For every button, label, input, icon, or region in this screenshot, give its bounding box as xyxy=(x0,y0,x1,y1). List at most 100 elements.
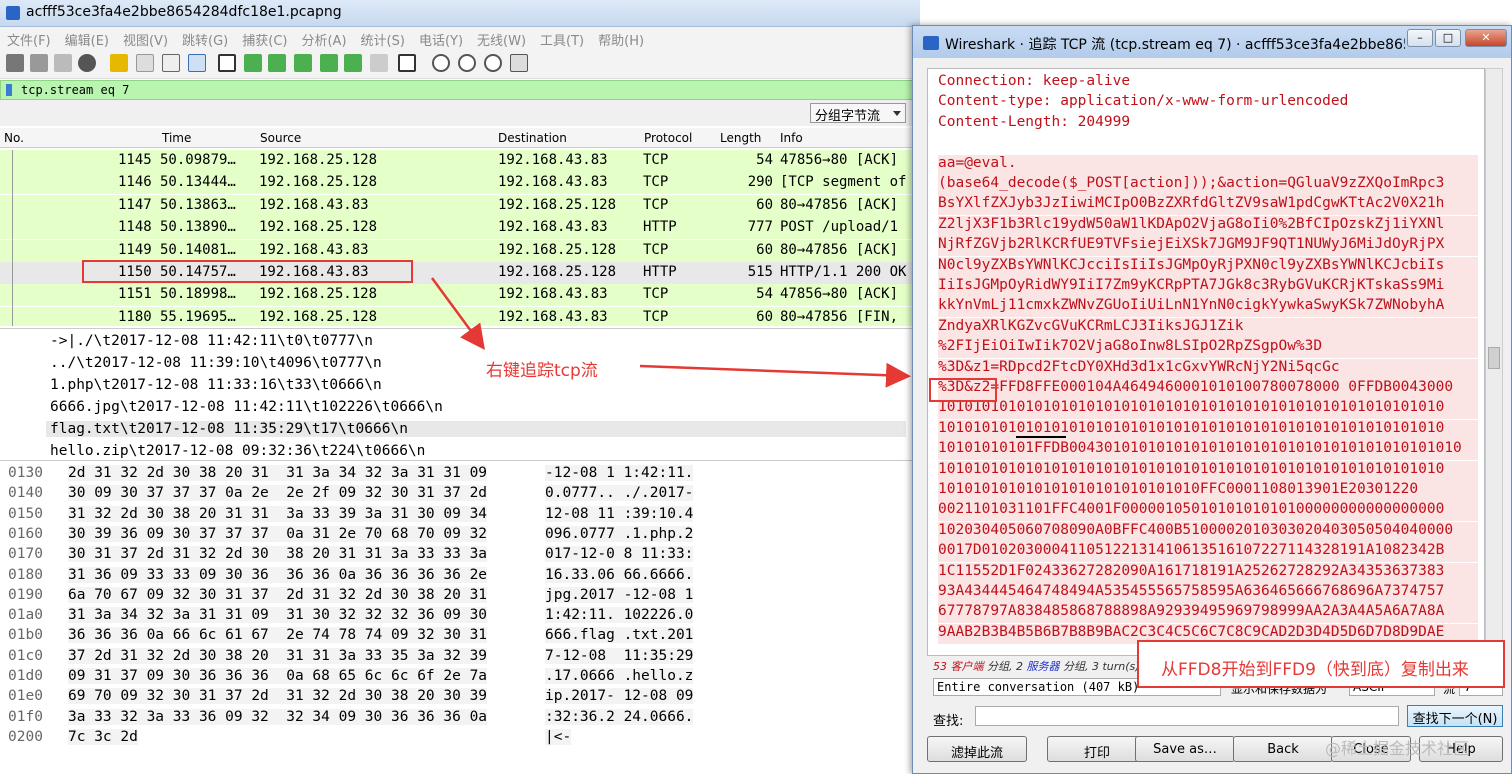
packet-cell-info: 47856→80 [ACK] xyxy=(780,152,899,168)
packet-cell-proto: TCP xyxy=(643,241,669,258)
packet-cell-src: 192.168.43.83 xyxy=(259,196,369,213)
packet-row[interactable]: 1146 50.13444… 192.168.25.128 192.168.43.83… xyxy=(0,172,912,195)
menu-analyze[interactable]: 分析(A) xyxy=(294,27,353,49)
menu-telephony[interactable]: 电话(Y) xyxy=(412,27,470,49)
print-button[interactable]: 打印 xyxy=(1047,736,1147,762)
col-time[interactable]: Time xyxy=(162,131,191,145)
capture-options-icon[interactable] xyxy=(78,54,96,72)
resize-columns-icon[interactable] xyxy=(510,54,528,72)
packet-cell-proto: TCP xyxy=(643,286,669,303)
maximize-button[interactable]: □ xyxy=(1435,29,1461,47)
col-protocol[interactable]: Protocol xyxy=(644,131,692,145)
menu-file[interactable]: 文件(F) xyxy=(0,27,58,49)
text-line-selected: flag.txt\t2017-12-08 11:35:29\t17\t0666\… xyxy=(46,421,906,437)
menu-tools[interactable]: 工具(T) xyxy=(533,27,591,49)
scrollbar-thumb[interactable] xyxy=(1488,347,1500,369)
menu-view[interactable]: 视图(V) xyxy=(116,27,175,49)
packet-row[interactable]: 1147 50.13863… 192.168.43.83 192.168.25.128… xyxy=(0,194,912,217)
find-input[interactable] xyxy=(975,706,1399,726)
start-capture-icon[interactable] xyxy=(6,54,24,72)
find-next-button[interactable]: 查找下一个(N) xyxy=(1407,705,1503,727)
stream-content[interactable]: Connection: keep-alive Content-type: appl… xyxy=(927,68,1485,656)
go-forward-icon[interactable] xyxy=(268,54,286,72)
packet-cell-dst: 192.168.25.128 xyxy=(498,196,617,213)
find-packet-icon[interactable] xyxy=(218,54,236,72)
menu-wireless[interactable]: 无线(W) xyxy=(470,27,533,49)
save-as-button[interactable]: Save as… xyxy=(1135,736,1235,762)
packet-bytes-text-pane: ->|./\t2017-12-08 11:42:11\t0\t0777\n ..… xyxy=(0,328,912,458)
packet-cell-proto: TCP xyxy=(643,174,669,191)
text-line: ->|./\t2017-12-08 11:42:11\t0\t0777\n xyxy=(50,333,374,349)
byte-view-combo[interactable]: 分组字节流 xyxy=(810,103,906,124)
menu-edit[interactable]: 编辑(E) xyxy=(58,27,116,49)
packet-cell-no: 1145 xyxy=(118,152,152,168)
packet-cell-proto: TCP xyxy=(643,196,669,213)
last-packet-icon[interactable] xyxy=(344,54,362,72)
menu-help[interactable]: 帮助(H) xyxy=(591,27,651,49)
conversation-tree-line xyxy=(12,150,13,326)
packet-row[interactable]: 1151 50.18998… 192.168.25.128 192.168.43.83… xyxy=(0,284,912,307)
packet-cell-info: HTTP/1.1 200 OK xyxy=(780,264,907,280)
autoscroll-icon[interactable] xyxy=(370,54,388,72)
hex-offset: 0180 xyxy=(8,566,43,583)
hex-ascii-bytes: -12-08 1 1:42:11. xyxy=(545,465,694,481)
col-info[interactable]: Info xyxy=(780,131,803,145)
packet-cell-dst: 192.168.43.83 xyxy=(498,286,608,303)
menu-capture[interactable]: 捕获(C) xyxy=(235,27,294,49)
packet-row[interactable]: 1145 50.09879… 192.168.25.128 192.168.43.83… xyxy=(0,150,912,172)
packet-cell-src: 192.168.25.128 xyxy=(259,286,378,303)
col-destination[interactable]: Destination xyxy=(498,131,567,145)
close-window-button[interactable]: ✕ xyxy=(1465,29,1507,47)
col-no[interactable]: No. xyxy=(4,131,24,145)
stream-line: Connection: keep-alive xyxy=(938,73,1131,89)
stream-scrollbar[interactable] xyxy=(1485,68,1503,656)
close-file-icon[interactable] xyxy=(162,54,180,72)
hex-ascii-bytes: .17.0666 .hello.z xyxy=(545,668,694,684)
col-source[interactable]: Source xyxy=(260,131,301,145)
bookmark-icon[interactable] xyxy=(6,84,12,96)
go-back-icon[interactable] xyxy=(244,54,262,72)
hex-hex-bytes: 30 09 30 37 37 37 0a 2e 2e 2f 09 32 30 3… xyxy=(68,485,488,502)
open-file-icon[interactable] xyxy=(110,54,128,72)
packet-cell-no: 1148 xyxy=(118,219,152,236)
reload-icon[interactable] xyxy=(188,54,206,72)
colorize-icon[interactable] xyxy=(398,54,416,72)
text-line: 6666.jpg\t2017-12-08 11:42:11\t102226\t0… xyxy=(50,399,443,415)
packet-cell-no: 1149 xyxy=(118,241,152,258)
zoom-normal-icon[interactable] xyxy=(484,54,502,72)
display-filter-bar[interactable]: tcp.stream eq 7 xyxy=(0,80,920,100)
highlight-box-z2 xyxy=(929,378,997,402)
go-to-packet-icon[interactable] xyxy=(294,54,312,72)
save-file-icon[interactable] xyxy=(136,54,154,72)
zoom-in-icon[interactable] xyxy=(432,54,450,72)
zoom-out-icon[interactable] xyxy=(458,54,476,72)
hex-offset: 0170 xyxy=(8,546,43,563)
packet-cell-time: 50.09879… xyxy=(160,152,236,168)
packet-cell-src: 192.168.25.128 xyxy=(259,152,378,168)
menu-statistics[interactable]: 统计(S) xyxy=(354,27,412,49)
filter-out-stream-button[interactable]: 滤掉此流 xyxy=(927,736,1027,762)
hex-hex-bytes: 31 32 2d 30 38 20 31 31 3a 33 39 3a 31 3… xyxy=(68,505,488,522)
hex-ascii-bytes: 1:42:11. 102226.0 xyxy=(545,607,694,624)
hex-hex-bytes: 31 36 09 33 33 09 30 36 36 36 0a 36 36 3… xyxy=(68,566,488,583)
stream-line: %3D&z1=RDpcd2FtcDY0XHd3d1x1cGxvYWRcNjY2N… xyxy=(938,358,1478,379)
wireshark-fin-icon xyxy=(6,6,20,20)
first-packet-icon[interactable] xyxy=(320,54,338,72)
packet-row[interactable]: 1149 50.14081… 192.168.43.83 192.168.25.128… xyxy=(0,239,912,262)
back-button[interactable]: Back xyxy=(1233,736,1333,762)
packet-row[interactable]: 1148 50.13890… 192.168.25.128 192.168.43.83… xyxy=(0,217,912,240)
hex-ascii-bytes: |<- xyxy=(545,728,572,745)
packet-cell-len: 54 xyxy=(756,152,773,168)
packet-row[interactable]: 1180 55.19695… 192.168.25.128 192.168.43.83… xyxy=(0,306,912,326)
minimize-button[interactable]: – xyxy=(1407,29,1433,47)
menu-go[interactable]: 跳转(G) xyxy=(175,27,235,49)
display-filter-input[interactable]: tcp.stream eq 7 xyxy=(21,83,129,97)
follow-tcp-stream-dialog: Wireshark · 追踪 TCP 流 (tcp.stream eq 7) ·… xyxy=(912,25,1512,774)
restart-capture-icon[interactable] xyxy=(54,54,72,72)
stop-capture-icon[interactable] xyxy=(30,54,48,72)
hex-dump-pane: 0130 2d 31 32 2d 30 38 20 31 31 3a 34 32 … xyxy=(0,460,912,774)
status-tail: 分组, 3 turn(s). xyxy=(1063,660,1144,673)
stream-line: %2FIjEiOiIwIik7O2VjaG8oInw8LSIpO2RpZSgpO… xyxy=(938,338,1478,359)
col-length[interactable]: Length xyxy=(720,131,761,145)
stream-line: ZndyaXRlKGZvcGVuKCRmLCJ3IiksJGJ1Zik xyxy=(938,317,1478,338)
